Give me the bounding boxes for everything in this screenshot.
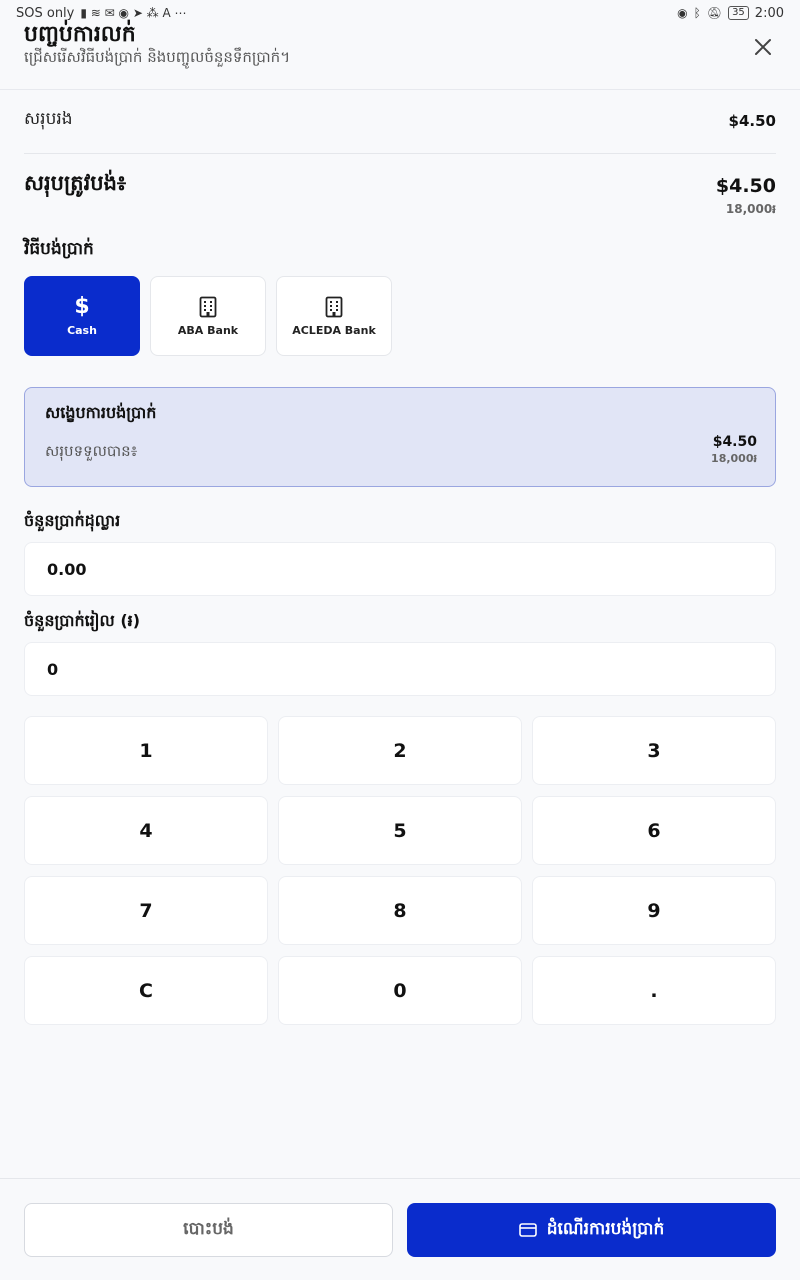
usd-amount-input[interactable]: 0.00	[24, 542, 776, 596]
dialog-footer: បោះបង់ ដំណើរការបង់ប្រាក់	[0, 1178, 800, 1280]
cancel-button[interactable]: បោះបង់	[24, 1203, 393, 1257]
divider	[24, 153, 776, 154]
payment-method-aba[interactable]: ABA Bank	[150, 276, 266, 356]
riel-amount-input[interactable]: 0	[24, 642, 776, 696]
dialog-header: បញ្ចប់ការលក់ ជ្រើសរើសវិធីបង់ប្រាក់ និងបញ…	[0, 14, 800, 90]
payment-method-label-aba: ABA Bank	[177, 323, 239, 337]
payment-method-label-cash: Cash	[67, 323, 97, 337]
total-value: $4.50	[715, 174, 776, 197]
keypad-key-8[interactable]: 8	[278, 876, 522, 945]
keypad-key-7[interactable]: 7	[24, 876, 268, 945]
received-riel: 18,000៛	[711, 452, 757, 465]
keypad-key-6[interactable]: 6	[532, 796, 776, 865]
keypad-key-5[interactable]: 5	[278, 796, 522, 865]
payment-method-label: វិធីបង់ប្រាក់	[24, 239, 94, 259]
subtotal-label: សរុបរង	[24, 109, 73, 129]
subtotal-row: សរុបរង $4.50	[24, 108, 776, 133]
dollar-icon: $	[74, 293, 90, 319]
keypad-key-2[interactable]: 2	[278, 716, 522, 785]
payment-summary-title: សង្ខេបការបង់ប្រាក់	[45, 403, 157, 422]
dialog-subtitle: ជ្រើសរើសវិធីបង់ប្រាក់ និងបញ្ចូលចំនួនទឹកប…	[24, 48, 291, 66]
payment-method-options: $ Cash ABA Bank ACLEDA Bank	[24, 276, 392, 356]
numeric-keypad: 1 2 3 4 5 6 7 8 9 C 0 .	[24, 716, 776, 1025]
received-usd: $4.50	[712, 434, 757, 450]
bank-building-icon	[199, 296, 217, 317]
riel-amount-label: ចំនួនប្រាក់រៀល (៛)	[24, 611, 141, 630]
payment-method-label-acleda: ACLEDA Bank	[292, 323, 376, 337]
payment-method-acleda[interactable]: ACLEDA Bank	[276, 276, 392, 356]
riel-amount-value: 0	[47, 659, 59, 679]
received-label: សរុបទទួលបាន៖	[45, 442, 138, 460]
usd-amount-label: ចំនួនប្រាក់ដុល្លារ	[24, 511, 121, 530]
total-row: សរុបត្រូវបង់៖ $4.50	[24, 170, 776, 201]
close-button[interactable]	[748, 32, 778, 62]
cancel-button-label: បោះបង់	[183, 1218, 234, 1239]
process-payment-label: ដំណើរការបង់ប្រាក់	[546, 1218, 665, 1239]
payment-summary-box: សង្ខេបការបង់ប្រាក់ សរុបទទួលបាន៖ $4.50 18…	[24, 387, 776, 487]
keypad-key-1[interactable]: 1	[24, 716, 268, 785]
payment-method-cash[interactable]: $ Cash	[24, 276, 140, 356]
keypad-key-3[interactable]: 3	[532, 716, 776, 785]
subtotal-value: $4.50	[728, 111, 776, 130]
keypad-key-0[interactable]: 0	[278, 956, 522, 1025]
close-icon	[755, 39, 771, 55]
keypad-key-decimal[interactable]: .	[532, 956, 776, 1025]
total-riel: 18,000៛	[725, 202, 776, 216]
process-payment-button[interactable]: ដំណើរការបង់ប្រាក់	[407, 1203, 776, 1257]
bank-building-icon	[325, 296, 343, 317]
keypad-key-9[interactable]: 9	[532, 876, 776, 945]
keypad-key-clear[interactable]: C	[24, 956, 268, 1025]
keypad-key-4[interactable]: 4	[24, 796, 268, 865]
total-label: សរុបត្រូវបង់៖	[24, 171, 127, 195]
credit-card-icon	[518, 1223, 537, 1237]
usd-amount-value: 0.00	[47, 559, 87, 579]
